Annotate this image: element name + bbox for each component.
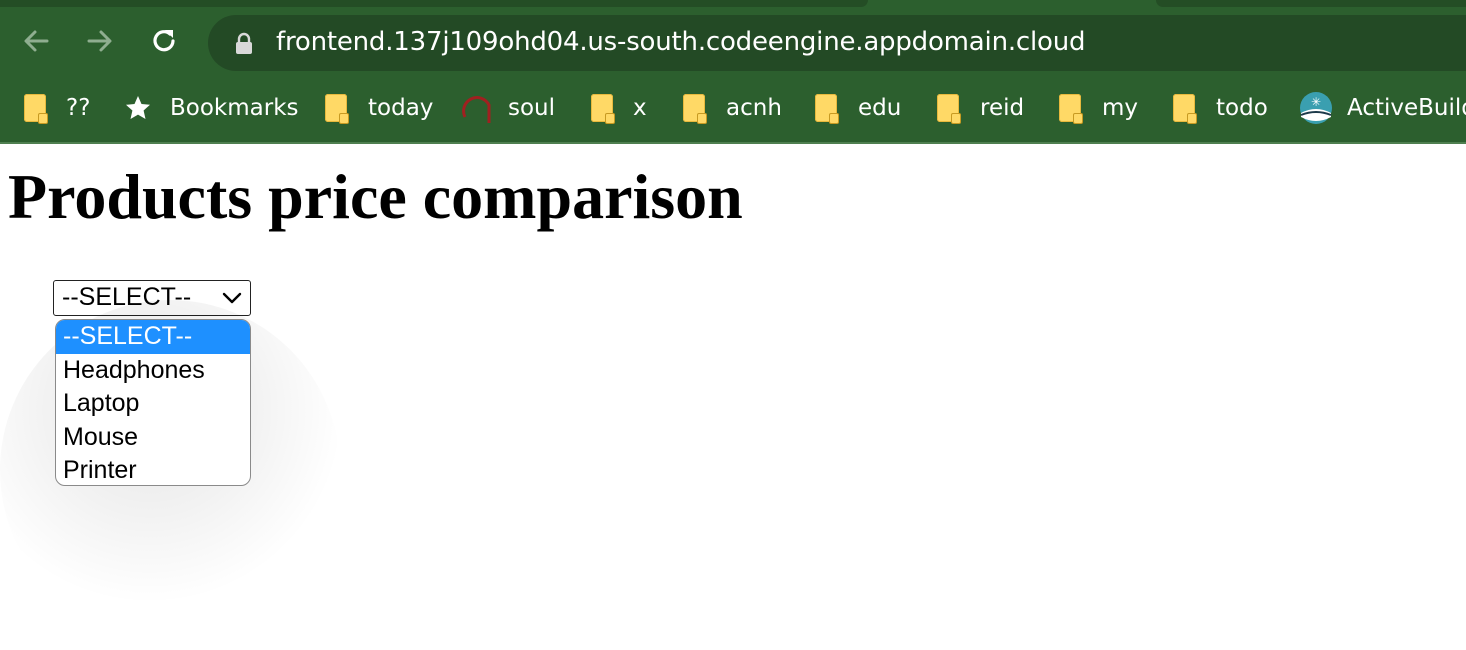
reload-button[interactable]	[146, 23, 182, 59]
folder-icon	[1173, 94, 1197, 124]
arrow-left-icon	[24, 30, 49, 52]
bookmark-item[interactable]: ??	[24, 90, 90, 126]
svg-text:✳: ✳	[1311, 95, 1321, 109]
forward-button[interactable]	[82, 23, 118, 59]
bookmarks-bar: ?? Bookmarks today soul x acnh edu reid …	[0, 76, 1466, 144]
tab[interactable]	[1156, 0, 1466, 7]
address-bar[interactable]: frontend.137j109ohd04.us-south.codeengin…	[208, 15, 1466, 71]
folder-icon	[937, 94, 961, 124]
bookmark-item[interactable]: Bookmarks	[124, 90, 299, 126]
bookmark-item[interactable]: todo	[1173, 90, 1268, 126]
bookmark-label: ActiveBuild	[1347, 95, 1466, 121]
bookmark-label: edu	[858, 95, 902, 121]
select-option-laptop[interactable]: Laptop	[56, 387, 250, 421]
select-option-mouse[interactable]: Mouse	[56, 421, 250, 455]
browser-chrome: frontend.137j109ohd04.us-south.codeengin…	[0, 0, 1466, 144]
bookmark-label: acnh	[726, 95, 782, 121]
folder-icon	[24, 94, 48, 124]
star-icon	[126, 96, 150, 119]
back-button[interactable]	[18, 23, 54, 59]
url-text[interactable]: frontend.137j109ohd04.us-south.codeengin…	[276, 27, 1086, 57]
folder-icon	[683, 94, 707, 124]
folder-icon	[1059, 94, 1083, 124]
bookmark-label: Bookmarks	[170, 95, 299, 121]
select-option-select[interactable]: --SELECT--	[56, 320, 250, 354]
bookmark-item[interactable]: x	[591, 90, 647, 126]
bookmark-item[interactable]: reid	[937, 90, 1024, 126]
bookmark-label: x	[633, 95, 647, 121]
bookmark-label: soul	[508, 95, 556, 121]
bookmark-item[interactable]: today	[325, 90, 433, 126]
lock-icon[interactable]	[234, 32, 254, 56]
bookmark-label: today	[368, 95, 434, 121]
chevron-down-icon	[222, 292, 242, 304]
arrow-right-icon	[87, 30, 112, 52]
folder-icon	[591, 94, 615, 124]
bookmark-item[interactable]: ✳ ActiveBuild	[1299, 90, 1466, 126]
folder-icon	[325, 94, 349, 124]
reload-icon	[153, 30, 175, 52]
tab-strip	[0, 0, 1466, 8]
tab[interactable]	[0, 0, 868, 7]
bookmark-item[interactable]: soul	[462, 90, 555, 126]
folder-icon	[815, 94, 839, 124]
page-title: Products price comparison	[8, 161, 743, 232]
bookmark-item[interactable]: my	[1059, 90, 1138, 126]
select-option-headphones[interactable]: Headphones	[56, 354, 250, 388]
browser-toolbar: frontend.137j109ohd04.us-south.codeengin…	[0, 8, 1466, 76]
activebuild-icon: ✳	[1300, 92, 1332, 124]
bookmark-label: todo	[1216, 95, 1268, 121]
select-dropdown: --SELECT-- Headphones Laptop Mouse Print…	[55, 319, 251, 486]
arc-icon	[462, 96, 491, 123]
bookmark-item[interactable]: acnh	[683, 90, 782, 126]
bookmark-item[interactable]: edu	[815, 90, 901, 126]
bookmark-label: my	[1102, 95, 1139, 121]
bookmark-label: reid	[980, 95, 1025, 121]
bookmark-label: ??	[66, 95, 91, 121]
select-option-printer[interactable]: Printer	[56, 454, 250, 485]
